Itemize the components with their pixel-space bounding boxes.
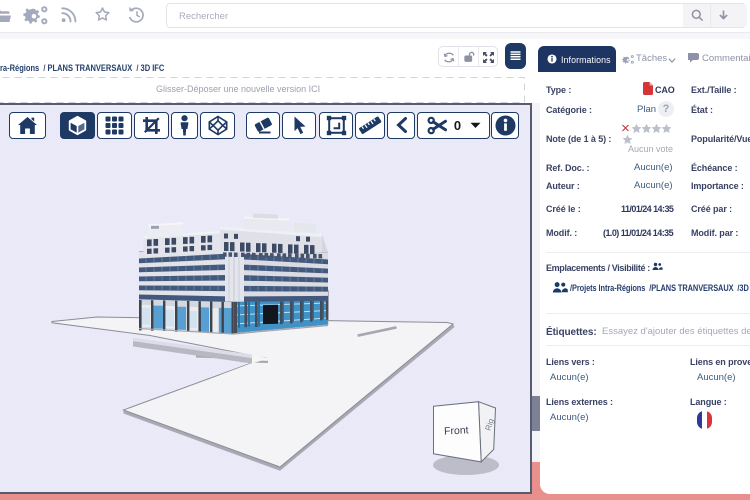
svg-text:Front: Front (444, 424, 469, 437)
